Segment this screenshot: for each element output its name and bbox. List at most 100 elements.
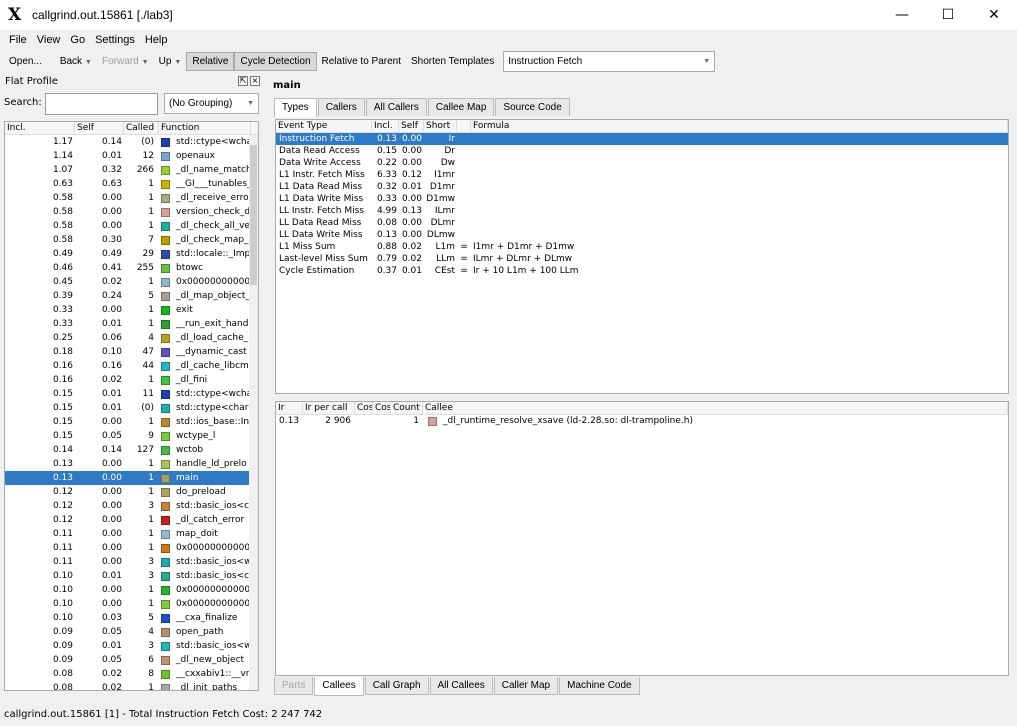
open-button[interactable]: Open... xyxy=(4,53,47,70)
function-row[interactable]: 0.09 0.05 4 open_path xyxy=(5,625,258,639)
event-type-row[interactable]: Data Read Access 0.15 0.00 Dr xyxy=(276,145,1008,157)
col-count[interactable]: Count xyxy=(391,402,423,414)
tab-machine-code[interactable]: Machine Code xyxy=(559,677,640,695)
function-row[interactable]: 0.39 0.24 5 _dl_map_object_ xyxy=(5,289,258,303)
function-row[interactable]: 0.11 0.00 3 std::basic_ios<w xyxy=(5,555,258,569)
col-ir[interactable]: Ir xyxy=(276,402,303,414)
function-row[interactable]: 0.16 0.16 44 _dl_cache_libcm xyxy=(5,359,258,373)
maximize-button[interactable]: ☐ xyxy=(925,0,971,30)
back-button[interactable]: Back ▼ xyxy=(55,53,97,70)
event-type-row[interactable]: Last-level Miss Sum 0.79 0.02 LLm = ILmr + DL… xyxy=(276,253,1008,265)
col-self[interactable]: Self xyxy=(399,120,424,132)
tab-caller-map[interactable]: Caller Map xyxy=(493,677,559,695)
function-row[interactable]: 0.10 0.00 1 0x000000000000 xyxy=(5,597,258,611)
close-button[interactable]: ✕ xyxy=(971,0,1017,30)
function-row[interactable]: 0.12 0.00 3 std::basic_ios<c xyxy=(5,499,258,513)
menu-go[interactable]: Go xyxy=(65,34,90,46)
function-row[interactable]: 0.33 0.00 1 exit xyxy=(5,303,258,317)
back-dropdown-icon[interactable]: ▼ xyxy=(85,59,92,66)
search-input[interactable] xyxy=(45,93,158,115)
function-row[interactable]: 0.10 0.00 1 0x000000000000 xyxy=(5,583,258,597)
col-self[interactable]: Self xyxy=(75,122,124,134)
function-row[interactable]: 0.58 0.00 1 _dl_check_all_ve xyxy=(5,219,258,233)
function-row[interactable]: 0.46 0.41 255 btowc xyxy=(5,261,258,275)
event-type-row[interactable]: Instruction Fetch 0.13 0.00 Ir xyxy=(276,133,1008,145)
function-row[interactable]: 0.58 0.00 1 _dl_receive_erro xyxy=(5,191,258,205)
col-function[interactable]: Function xyxy=(159,122,251,134)
relative-to-parent-toggle[interactable]: Relative to Parent xyxy=(317,53,407,70)
event-type-row[interactable]: LL Data Read Miss 0.08 0.00 DLmr xyxy=(276,217,1008,229)
function-row[interactable]: 0.16 0.02 1 _dl_fini xyxy=(5,373,258,387)
col-formula[interactable]: Formula xyxy=(471,120,1008,132)
function-row[interactable]: 0.09 0.01 3 std::basic_ios<w xyxy=(5,639,258,653)
event-type-select[interactable]: Instruction Fetch ▼ xyxy=(503,50,716,72)
cycle-detection-toggle[interactable]: Cycle Detection xyxy=(234,51,317,71)
up-dropdown-icon[interactable]: ▼ xyxy=(174,59,181,66)
forward-dropdown-icon[interactable]: ▼ xyxy=(142,59,149,66)
grouping-select[interactable]: (No Grouping) ▼ xyxy=(164,93,259,114)
tab-all-callers[interactable]: All Callers xyxy=(365,98,427,116)
col-event-type[interactable]: Event Type xyxy=(276,120,372,132)
col-cos-1[interactable]: Cos xyxy=(355,402,373,414)
tab-call-graph[interactable]: Call Graph xyxy=(364,677,429,695)
function-row[interactable]: 0.58 0.00 1 version_check_d xyxy=(5,205,258,219)
tab-parts[interactable]: Parts xyxy=(274,677,314,695)
event-type-row[interactable]: Data Write Access 0.22 0.00 Dw xyxy=(276,157,1008,169)
function-row[interactable]: 0.12 0.00 1 _dl_catch_error xyxy=(5,513,258,527)
function-row[interactable]: 0.33 0.01 1 __run_exit_hand xyxy=(5,317,258,331)
close-panel-icon[interactable]: × xyxy=(250,76,260,86)
col-cos-2[interactable]: Cos xyxy=(373,402,391,414)
tab-source-code[interactable]: Source Code xyxy=(495,98,570,116)
function-row[interactable]: 0.49 0.49 29 std::locale::_Imp xyxy=(5,247,258,261)
col-short[interactable]: Short xyxy=(424,120,457,132)
undock-icon[interactable]: ⇱ xyxy=(238,76,248,86)
function-row[interactable]: 0.11 0.00 1 0x000000000000 xyxy=(5,541,258,555)
function-row[interactable]: 0.15 0.00 1 std::ios_base::In xyxy=(5,415,258,429)
col-called[interactable]: Called xyxy=(124,122,159,134)
function-row[interactable]: 0.08 0.02 1 _dl_init_paths xyxy=(5,681,258,690)
function-row[interactable]: 1.17 0.14 (0) std::ctype<wcha xyxy=(5,135,258,149)
menu-file[interactable]: File xyxy=(4,34,32,46)
tab-all-callees[interactable]: All Callees xyxy=(429,677,493,695)
event-type-row[interactable]: L1 Instr. Fetch Miss 6.33 0.12 I1mr xyxy=(276,169,1008,181)
event-type-row[interactable]: L1 Data Write Miss 0.33 0.00 D1mw xyxy=(276,193,1008,205)
menu-view[interactable]: View xyxy=(32,34,66,46)
function-row[interactable]: 0.09 0.05 6 _dl_new_object xyxy=(5,653,258,667)
col-incl[interactable]: Incl. xyxy=(372,120,399,132)
relative-toggle[interactable]: Relative xyxy=(186,51,235,71)
up-button[interactable]: Up ▼ xyxy=(154,53,187,70)
menu-help[interactable]: Help xyxy=(140,34,173,46)
function-row[interactable]: 0.58 0.30 7 _dl_check_map_ xyxy=(5,233,258,247)
function-row[interactable]: 0.13 0.00 1 main xyxy=(5,471,258,485)
tab-callees[interactable]: Callees xyxy=(314,677,364,696)
event-type-row[interactable]: L1 Miss Sum 0.88 0.02 L1m = I1mr + D1mr + D1m… xyxy=(276,241,1008,253)
tab-callee-map[interactable]: Callee Map xyxy=(427,98,495,116)
function-row[interactable]: 0.15 0.01 (0) std::ctype<char xyxy=(5,401,258,415)
function-row[interactable]: 0.45 0.02 1 0x000000000000 xyxy=(5,275,258,289)
event-type-row[interactable]: LL Data Write Miss 0.13 0.00 DLmw xyxy=(276,229,1008,241)
shorten-templates-toggle[interactable]: Shorten Templates xyxy=(406,53,499,70)
function-row[interactable]: 0.10 0.03 5 __cxa_finalize xyxy=(5,611,258,625)
function-row[interactable]: 0.25 0.06 4 _dl_load_cache_ xyxy=(5,331,258,345)
col-incl[interactable]: Incl. xyxy=(5,122,75,134)
forward-button[interactable]: Forward ▼ xyxy=(97,53,154,70)
function-row[interactable]: 0.08 0.02 8 __cxxabiv1::__vr xyxy=(5,667,258,681)
function-row[interactable]: 0.14 0.14 127 wctob xyxy=(5,443,258,457)
event-type-row[interactable]: LL Instr. Fetch Miss 4.99 0.13 ILmr xyxy=(276,205,1008,217)
function-row[interactable]: 0.15 0.05 9 wctype_l xyxy=(5,429,258,443)
vertical-scrollbar[interactable] xyxy=(249,135,258,690)
function-row[interactable]: 0.12 0.00 1 do_preload xyxy=(5,485,258,499)
function-row[interactable]: 0.15 0.01 11 std::ctype<wcha xyxy=(5,387,258,401)
function-row[interactable]: 0.11 0.00 1 map_doit xyxy=(5,527,258,541)
function-row[interactable]: 0.13 0.00 1 handle_ld_prelo xyxy=(5,457,258,471)
minimize-button[interactable]: — xyxy=(879,0,925,30)
col-eq[interactable] xyxy=(457,120,471,132)
function-row[interactable]: 1.14 0.01 12 openaux xyxy=(5,149,258,163)
tab-callers[interactable]: Callers xyxy=(317,98,365,116)
col-callee[interactable]: Callee xyxy=(423,402,1008,414)
tab-types[interactable]: Types xyxy=(274,98,317,117)
function-row[interactable]: 1.07 0.32 266 _dl_name_match xyxy=(5,163,258,177)
function-row[interactable]: 0.63 0.63 1 __GI___tunables_ xyxy=(5,177,258,191)
menu-settings[interactable]: Settings xyxy=(90,34,140,46)
function-row[interactable]: 0.18 0.10 47 __dynamic_cast xyxy=(5,345,258,359)
